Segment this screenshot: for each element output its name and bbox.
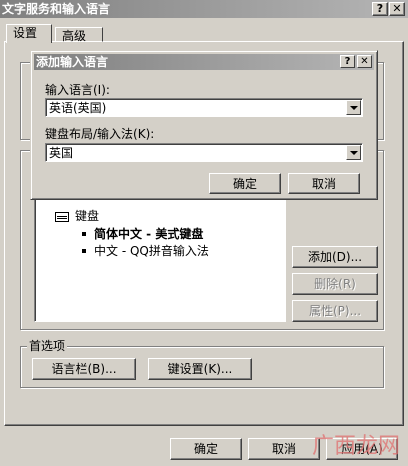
bullet-icon: [82, 249, 86, 253]
input-language-select[interactable]: 英语(英国): [45, 98, 363, 117]
properties-button[interactable]: 属性(P)...: [292, 300, 378, 322]
remove-button[interactable]: 删除(R): [292, 273, 378, 295]
add-dialog-cancel-button[interactable]: 取消: [288, 173, 360, 194]
bullet-icon: [82, 232, 86, 236]
add-dialog-help-button[interactable]: ?: [340, 55, 355, 68]
help-button[interactable]: ?: [372, 2, 388, 16]
language-bar-button[interactable]: 语言栏(B)...: [32, 358, 136, 380]
list-item[interactable]: 简体中文 - 美式键盘: [94, 226, 203, 242]
keyboard-layout-label: 键盘布局/输入法(K):: [45, 127, 155, 141]
key-settings-button[interactable]: 键设置(K)...: [148, 358, 252, 380]
cancel-button[interactable]: 取消: [248, 438, 320, 460]
tab-settings-label: 设置: [13, 26, 38, 40]
tab-advanced-label: 高级: [62, 29, 87, 43]
keyboard-layout-value: 英国: [49, 146, 74, 160]
keyboard-layout-select[interactable]: 英国: [45, 143, 363, 162]
input-language-value: 英语(英国): [49, 101, 107, 115]
close-icon: ✕: [360, 56, 369, 67]
watermark-text: 广西龙网: [311, 434, 400, 459]
keyboard-icon: [55, 212, 69, 222]
tab-advanced[interactable]: 高级: [55, 27, 103, 43]
preferences-group-title: 首选项: [27, 339, 68, 353]
add-button[interactable]: 添加(D)...: [292, 246, 378, 268]
close-button[interactable]: ✕: [389, 2, 405, 16]
tree-category-keyboard[interactable]: 键盘: [75, 208, 99, 224]
help-icon: ?: [344, 56, 351, 67]
add-input-language-dialog: 添加输入语言 ? ✕ 输入语言(I): 英语(英国) 键盘布局/输入法(K): …: [30, 50, 378, 200]
ok-button[interactable]: 确定: [170, 438, 242, 460]
help-icon: ?: [376, 2, 384, 15]
input-language-label: 输入语言(I):: [45, 83, 110, 97]
chevron-down-icon[interactable]: [346, 145, 361, 160]
window-title-bar: 文字服务和输入语言: [0, 0, 408, 18]
chevron-down-icon[interactable]: [346, 100, 361, 115]
tab-settings[interactable]: 设置: [6, 24, 52, 43]
window-title: 文字服务和输入语言: [2, 2, 111, 16]
add-dialog-close-button[interactable]: ✕: [357, 55, 372, 68]
add-dialog-title: 添加输入语言: [36, 55, 109, 69]
list-item[interactable]: 中文 - QQ拼音输入法: [94, 243, 209, 259]
add-dialog-title-bar: 添加输入语言 ? ✕: [34, 54, 374, 70]
add-dialog-ok-button[interactable]: 确定: [209, 173, 281, 194]
close-icon: ✕: [392, 2, 402, 15]
